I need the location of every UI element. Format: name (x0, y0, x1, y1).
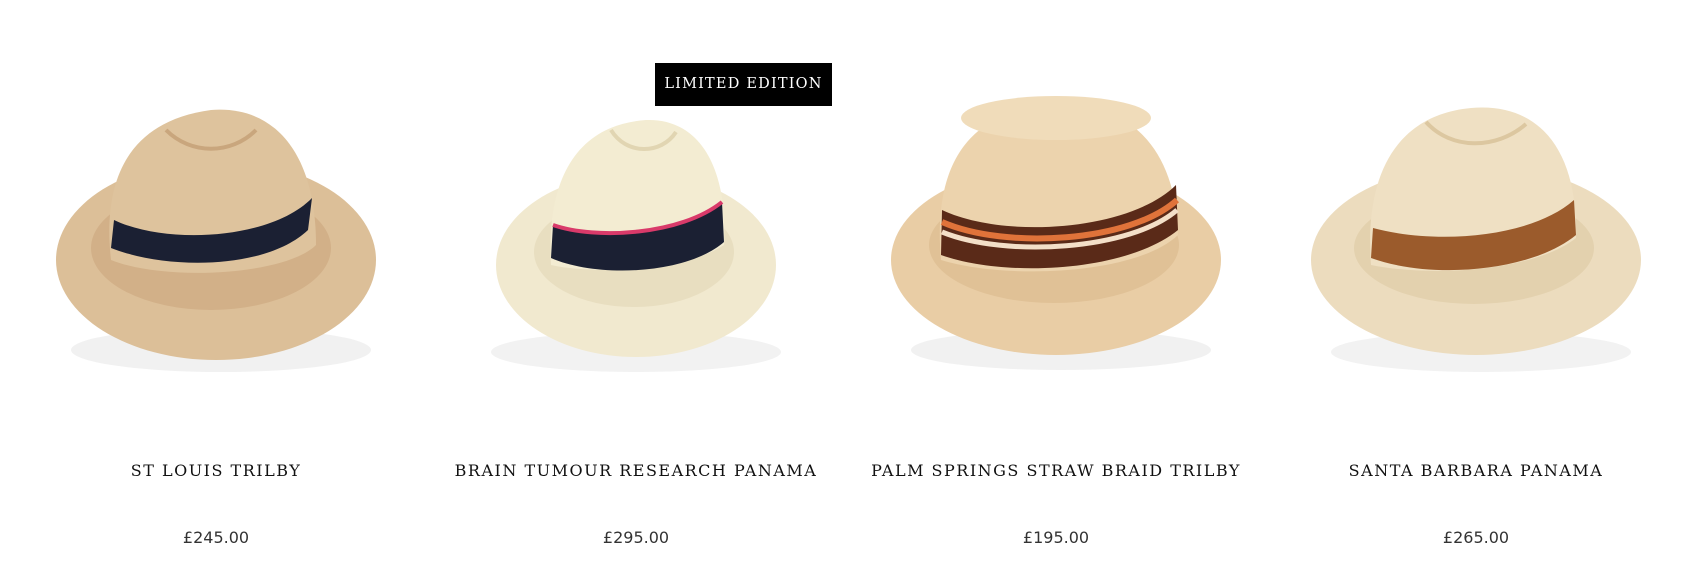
panama-hat-navy-pink-band-image[interactable] (436, 60, 836, 400)
product-title[interactable]: ST LOUIS TRILBY (16, 461, 416, 480)
product-price: £245.00 (182, 528, 250, 547)
product-price: £195.00 (1022, 528, 1090, 547)
product-title[interactable]: SANTA BARBARA PANAMA (1276, 461, 1676, 480)
product-card-santa-barbara-panama[interactable]: SANTA BARBARA PANAMA £265.00 (1276, 0, 1676, 585)
product-card-st-louis-trilby[interactable]: ST LOUIS TRILBY £245.00 (16, 0, 416, 585)
product-card-palm-springs-straw-braid-trilby[interactable]: PALM SPRINGS STRAW BRAID TRILBY £195.00 (856, 0, 1256, 585)
product-price: £265.00 (1442, 528, 1510, 547)
product-title[interactable]: BRAIN TUMOUR RESEARCH PANAMA (436, 461, 836, 480)
limited-edition-badge: LIMITED EDITION (655, 63, 832, 106)
panama-hat-tan-band-image[interactable] (1276, 60, 1676, 400)
product-title[interactable]: PALM SPRINGS STRAW BRAID TRILBY (856, 461, 1256, 480)
trilby-hat-striped-band-image[interactable] (856, 60, 1256, 400)
product-price: £295.00 (602, 528, 670, 547)
product-grid: ST LOUIS TRILBY £245.00 BRAIN TUMOUR RES… (0, 0, 1685, 585)
trilby-hat-navy-band-image[interactable] (16, 60, 416, 400)
